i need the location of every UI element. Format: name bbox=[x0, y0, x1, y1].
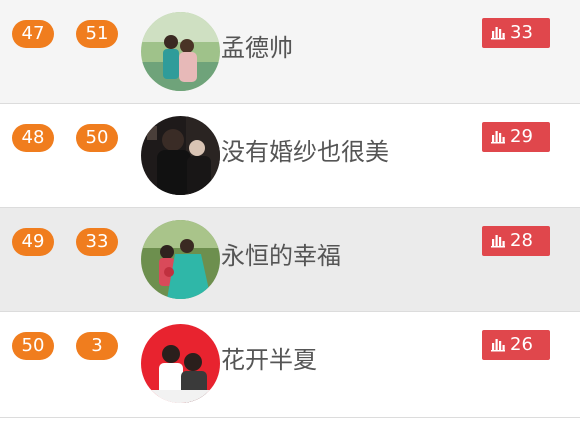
entry-number-badge: 3 bbox=[76, 332, 118, 360]
ranking-list: 47 51 孟德帅 33 48 50 没有婚纱也很美 29 49 33 永恒的幸… bbox=[0, 0, 580, 421]
participant-name[interactable]: 没有婚纱也很美 bbox=[221, 136, 389, 168]
rank-badge: 48 bbox=[12, 124, 54, 152]
couple-photo bbox=[141, 116, 220, 195]
couple-photo bbox=[141, 220, 220, 299]
vote-count-badge[interactable]: 26 bbox=[482, 330, 550, 360]
couple-photo bbox=[141, 324, 220, 403]
list-item[interactable]: 50 3 花开半夏 26 bbox=[0, 312, 580, 418]
list-item[interactable]: 49 33 永恒的幸福 28 bbox=[0, 208, 580, 312]
avatar[interactable] bbox=[141, 116, 220, 195]
vote-count-badge[interactable]: 33 bbox=[482, 18, 550, 48]
participant-name[interactable]: 永恒的幸福 bbox=[221, 240, 341, 272]
entry-number-badge: 33 bbox=[76, 228, 118, 256]
vote-count: 33 bbox=[510, 22, 533, 43]
entry-number-badge: 51 bbox=[76, 20, 118, 48]
vote-count: 26 bbox=[510, 334, 533, 355]
avatar[interactable] bbox=[141, 12, 220, 91]
avatar[interactable] bbox=[141, 220, 220, 299]
vote-count-badge[interactable]: 29 bbox=[482, 122, 550, 152]
list-item[interactable]: 47 51 孟德帅 33 bbox=[0, 0, 580, 104]
rank-badge: 47 bbox=[12, 20, 54, 48]
bar-chart-icon bbox=[491, 26, 505, 39]
bar-chart-icon bbox=[491, 130, 505, 143]
list-item[interactable]: 48 50 没有婚纱也很美 29 bbox=[0, 104, 580, 208]
participant-name[interactable]: 花开半夏 bbox=[221, 344, 317, 376]
bar-chart-icon bbox=[491, 234, 505, 247]
rank-badge: 50 bbox=[12, 332, 54, 360]
couple-photo bbox=[141, 12, 220, 91]
vote-count: 28 bbox=[510, 230, 533, 251]
rank-badge: 49 bbox=[12, 228, 54, 256]
participant-name[interactable]: 孟德帅 bbox=[221, 32, 293, 64]
avatar[interactable] bbox=[141, 324, 220, 403]
vote-count-badge[interactable]: 28 bbox=[482, 226, 550, 256]
bar-chart-icon bbox=[491, 338, 505, 351]
entry-number-badge: 50 bbox=[76, 124, 118, 152]
vote-count: 29 bbox=[510, 126, 533, 147]
